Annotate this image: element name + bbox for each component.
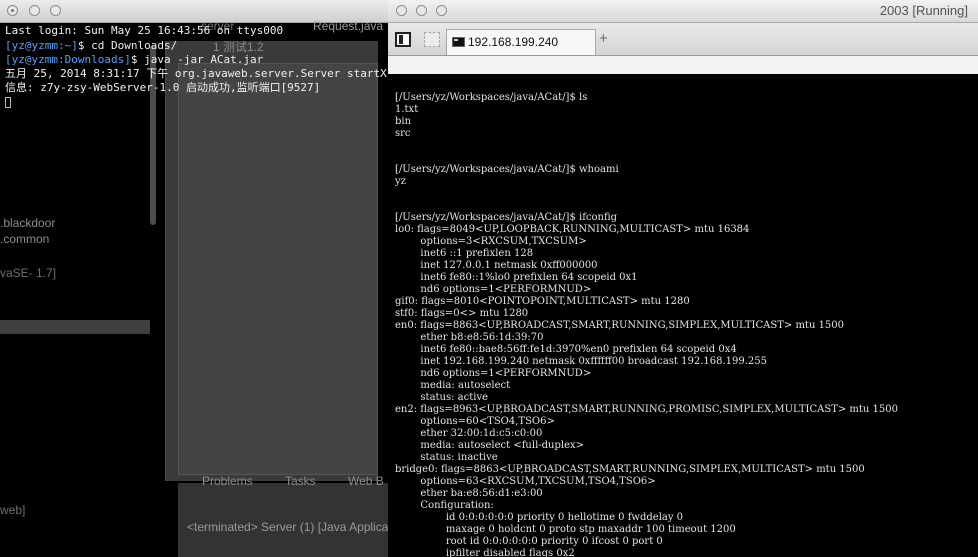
- remote-terminal-line: options=63<RXCSUM,TXCSUM,TSO4,TSO6>: [395, 476, 656, 487]
- ghost-tab-request: Request.java: [313, 19, 384, 33]
- ghost-jre-label: vaSE- 1.7]: [0, 266, 57, 280]
- add-tab-button[interactable]: +: [599, 31, 608, 46]
- ghost-tab-tasks: Tasks: [285, 474, 316, 488]
- remote-terminal-line: Configuration:: [395, 500, 494, 511]
- remote-terminal-line: lo0: flags=8049<UP,LOOPBACK,RUNNING,MULT…: [395, 224, 750, 235]
- terminal-line-last-login: Last login: Sun May 25 16:43:56 on ttys0…: [5, 24, 284, 37]
- window-title: 2003 [Running]: [879, 3, 968, 18]
- remote-terminal-line: inet6 ::1 prefixlen 128: [395, 248, 534, 259]
- remote-terminal-line: nd6 options=1<PERFORMNUD>: [395, 284, 592, 295]
- remote-terminal-line: en0: flags=8863<UP,BROADCAST,SMART,RUNNI…: [395, 320, 845, 331]
- remote-terminal-line: bin: [395, 116, 412, 127]
- remote-terminal-line: en2: flags=8963<UP,BROADCAST,SMART,RUNNI…: [395, 404, 898, 415]
- remote-terminal-line: 1.txt: [395, 104, 419, 115]
- remote-terminal-line: options=60<TSO4,TSO6>: [395, 416, 555, 427]
- remote-terminal-line: maxage 0 holdcnt 0 proto stp maxaddr 100…: [395, 524, 736, 535]
- terminal-line-cd: [yz@yzmm:~]$ cd Downloads/: [5, 39, 178, 52]
- minimize-window-icon[interactable]: [29, 5, 40, 16]
- terminal-line-server-start: 五月 25, 2014 8:31:17 下午 org.javaweb.serve…: [5, 67, 387, 80]
- ghost-web-label: web]: [0, 503, 26, 517]
- ghost-package-blackdoor: .blackdoor: [0, 216, 56, 230]
- remote-terminal-line: ipfilter disabled flags 0x2: [395, 548, 575, 557]
- remote-terminal-line: status: inactive: [395, 452, 498, 463]
- remote-terminal-line: src: [395, 128, 411, 139]
- remote-terminal-line: stf0: flags=0<> mtu 1280: [395, 308, 529, 319]
- remote-terminal-line: bridge0: flags=8863<UP,BROADCAST,SMART,R…: [395, 464, 865, 475]
- remote-terminal-line: ether b8:e8:56:1d:39:70: [395, 332, 544, 343]
- local-terminal-window[interactable]: Request.java server 1 测试1.2 .blackdoor .…: [0, 0, 388, 557]
- remote-terminal-line: ether ba:e8:56:d1:e3:00: [395, 488, 543, 499]
- close-window-icon[interactable]: [396, 5, 407, 16]
- remote-terminal-line: inet6 fe80::1%lo0 prefixlen 64 scopeid 0…: [395, 272, 638, 283]
- terminal-line-info: 信息: z7y-zsy-WebServer-1.0 启动成功,监听端口[9527…: [5, 81, 321, 94]
- remote-terminal-line: media: autoselect: [395, 380, 511, 391]
- ghost-tab-webb: Web B: [348, 474, 384, 488]
- remote-desktop-window[interactable]: 2003 [Running] 192.168.199.240 + [/Users…: [388, 0, 978, 557]
- remote-terminal-output[interactable]: [/Users/yz/Workspaces/java/ACat/]$ ls 1.t…: [388, 74, 978, 557]
- remote-terminal-line: inet 192.168.199.240 netmask 0xffffff00 …: [395, 356, 767, 367]
- remote-terminal-line: inet 127.0.0.1 netmask 0xff000000: [395, 260, 598, 271]
- screen-view-button[interactable]: [395, 32, 411, 47]
- remote-terminal-line: status: active: [395, 392, 489, 403]
- terminal-cursor-line[interactable]: [5, 95, 11, 109]
- close-window-icon[interactable]: [7, 5, 18, 16]
- ghost-console-status: <terminated> Server (1) [Java Applica: [187, 520, 388, 534]
- session-tab[interactable]: 192.168.199.240: [446, 29, 596, 55]
- minimize-window-icon[interactable]: [416, 5, 427, 16]
- capture-button[interactable]: [424, 32, 440, 47]
- remote-display-top-strip: [388, 56, 978, 74]
- remote-toolbar: 192.168.199.240 +: [388, 23, 978, 56]
- zoom-window-icon[interactable]: [50, 5, 61, 16]
- remote-terminal-line: yz: [395, 176, 406, 187]
- ghost-ide-editor-content: [178, 63, 378, 475]
- remote-terminal-line: nd6 options=1<PERFORMNUD>: [395, 368, 592, 379]
- remote-terminal-line: id 0:0:0:0:0:0 priority 0 hellotime 0 fw…: [395, 512, 684, 523]
- terminal-icon: [452, 37, 465, 47]
- text-cursor: [5, 96, 11, 108]
- zoom-window-icon[interactable]: [436, 5, 447, 16]
- remote-terminal-line: media: autoselect <full-duplex>: [395, 440, 585, 451]
- ghost-tab-problems: Problems: [202, 474, 253, 488]
- local-terminal-body[interactable]: Request.java server 1 测试1.2 .blackdoor .…: [0, 19, 388, 557]
- session-tab-label: 192.168.199.240: [468, 35, 559, 49]
- remote-terminal-line: root id 0:0:0:0:0:0 priority 0 ifcost 0 …: [395, 536, 663, 547]
- remote-terminal-line: options=3<RXCSUM,TXCSUM>: [395, 236, 587, 247]
- ghost-ide-selected-row: [0, 320, 150, 334]
- remote-terminal-line: [/Users/yz/Workspaces/java/ACat/]$ ifcon…: [395, 212, 618, 223]
- remote-terminal-line: inet6 fe80::bae8:56ff:fe1d:3970%en0 pref…: [395, 344, 737, 355]
- prompt-user-host: [yz@yzmm:~]: [5, 39, 78, 52]
- remote-terminal-line: [/Users/yz/Workspaces/java/ACat/]$ whoam…: [395, 164, 619, 175]
- terminal-line-java: [yz@yzmm:Downloads]$ java -jar ACat.jar: [5, 53, 264, 66]
- remote-terminal-line: ether 32:00:1d:c5:c0:00: [395, 428, 543, 439]
- remote-terminal-line: [/Users/yz/Workspaces/java/ACat/]$ ls: [395, 92, 588, 103]
- ghost-package-common: .common: [0, 232, 50, 246]
- remote-window-titlebar[interactable]: 2003 [Running]: [388, 0, 978, 23]
- prompt-user-host: [yz@yzmm:Downloads]: [5, 53, 131, 66]
- remote-terminal-line: gif0: flags=8010<POINTOPOINT,MULTICAST> …: [395, 296, 690, 307]
